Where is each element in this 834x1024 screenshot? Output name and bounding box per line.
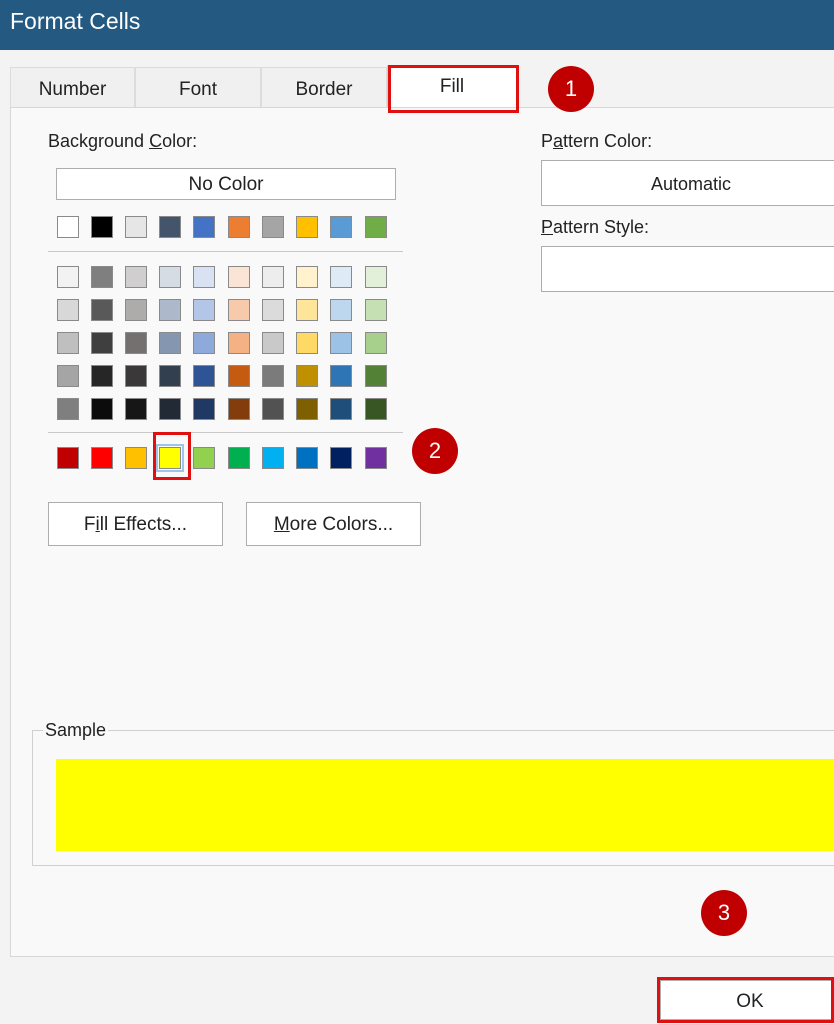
tint-color-swatch[interactable] — [262, 365, 284, 387]
palette-divider — [48, 251, 403, 252]
tint-color-swatch[interactable] — [228, 398, 250, 420]
tint-color-swatch[interactable] — [296, 266, 318, 288]
theme-color-swatch[interactable] — [330, 216, 352, 238]
tint-color-swatch[interactable] — [330, 266, 352, 288]
no-color-button[interactable]: No Color — [56, 168, 396, 200]
tint-color-swatch[interactable] — [159, 266, 181, 288]
tint-color-swatch[interactable] — [193, 299, 215, 321]
tab-border[interactable]: Border — [261, 67, 387, 107]
theme-color-swatch[interactable] — [91, 216, 113, 238]
theme-color-swatch[interactable] — [193, 216, 215, 238]
tint-color-swatch[interactable] — [57, 266, 79, 288]
tint-color-swatch[interactable] — [159, 299, 181, 321]
standard-color-swatch[interactable] — [228, 447, 250, 469]
tint-color-swatch[interactable] — [91, 332, 113, 354]
tint-color-swatch[interactable] — [228, 365, 250, 387]
palette-divider-standard — [48, 432, 403, 433]
tint-color-swatch[interactable] — [193, 398, 215, 420]
standard-color-swatch-selected[interactable] — [156, 444, 184, 472]
tint-color-swatch[interactable] — [228, 299, 250, 321]
tint-color-swatch[interactable] — [125, 266, 147, 288]
standard-color-swatch[interactable] — [262, 447, 284, 469]
tint-color-swatch[interactable] — [296, 398, 318, 420]
tint-color-swatch[interactable] — [365, 299, 387, 321]
tint-color-swatch[interactable] — [125, 299, 147, 321]
tint-color-swatch[interactable] — [228, 332, 250, 354]
tint-color-swatch[interactable] — [57, 299, 79, 321]
tint-color-swatch[interactable] — [228, 266, 250, 288]
step-badge-2: 2 — [412, 428, 458, 474]
tint-color-swatch[interactable] — [57, 398, 79, 420]
tint-color-swatch[interactable] — [125, 398, 147, 420]
theme-color-swatch[interactable] — [262, 216, 284, 238]
tint-color-swatch[interactable] — [91, 398, 113, 420]
tint-color-swatch[interactable] — [57, 332, 79, 354]
standard-color-swatch[interactable] — [57, 447, 79, 469]
theme-color-swatch[interactable] — [125, 216, 147, 238]
tint-color-swatch[interactable] — [262, 299, 284, 321]
tint-color-swatch[interactable] — [159, 365, 181, 387]
tint-color-swatch[interactable] — [193, 332, 215, 354]
tint-color-swatch[interactable] — [91, 299, 113, 321]
background-color-label: Background Color: — [48, 131, 198, 151]
pattern-color-dropdown[interactable]: Automatic — [541, 160, 834, 206]
more-colors-button[interactable]: More Colors... — [246, 502, 421, 546]
tint-color-swatch[interactable] — [159, 332, 181, 354]
tint-color-swatch[interactable] — [125, 365, 147, 387]
sample-preview — [56, 759, 834, 851]
tint-color-swatch[interactable] — [91, 365, 113, 387]
tint-color-swatch[interactable] — [91, 266, 113, 288]
tint-color-swatch[interactable] — [330, 332, 352, 354]
step-badge-1: 1 — [548, 66, 594, 112]
tint-color-swatch[interactable] — [296, 332, 318, 354]
theme-color-swatch[interactable] — [365, 216, 387, 238]
theme-color-swatch[interactable] — [228, 216, 250, 238]
tint-color-swatch[interactable] — [330, 398, 352, 420]
tint-color-swatch[interactable] — [57, 365, 79, 387]
pattern-style-label: Pattern Style: — [541, 217, 650, 237]
step-badge-3: 3 — [701, 890, 747, 936]
tint-color-swatch[interactable] — [365, 332, 387, 354]
tint-color-swatch[interactable] — [365, 365, 387, 387]
tint-color-swatch[interactable] — [296, 365, 318, 387]
tint-color-swatch[interactable] — [193, 266, 215, 288]
tint-color-swatch[interactable] — [330, 299, 352, 321]
tint-color-swatch[interactable] — [296, 299, 318, 321]
tint-color-swatch[interactable] — [125, 332, 147, 354]
tab-number[interactable]: Number — [10, 67, 135, 107]
standard-color-swatch[interactable] — [296, 447, 318, 469]
tab-font[interactable]: Font — [135, 67, 261, 107]
tint-color-swatch[interactable] — [159, 398, 181, 420]
tint-color-swatch[interactable] — [262, 332, 284, 354]
tint-color-swatch[interactable] — [330, 365, 352, 387]
tint-color-swatch[interactable] — [262, 398, 284, 420]
theme-color-swatch[interactable] — [57, 216, 79, 238]
standard-color-swatch[interactable] — [365, 447, 387, 469]
standard-color-swatch[interactable] — [193, 447, 215, 469]
tab-fill[interactable]: Fill — [387, 65, 517, 109]
standard-color-swatch[interactable] — [91, 447, 113, 469]
fill-effects-button[interactable]: Fill Effects... — [48, 502, 223, 546]
sample-label: Sample — [45, 720, 107, 740]
tint-color-swatch[interactable] — [193, 365, 215, 387]
standard-color-swatch[interactable] — [330, 447, 352, 469]
tint-color-swatch[interactable] — [262, 266, 284, 288]
window-title: Format Cells — [0, 0, 834, 50]
theme-color-swatch[interactable] — [296, 216, 318, 238]
theme-color-swatch[interactable] — [159, 216, 181, 238]
standard-color-swatch[interactable] — [125, 447, 147, 469]
pattern-color-label: Pattern Color: — [541, 131, 653, 151]
pattern-style-dropdown[interactable] — [541, 246, 834, 292]
tint-color-swatch[interactable] — [365, 266, 387, 288]
ok-button[interactable]: OK — [660, 980, 834, 1020]
tint-color-swatch[interactable] — [365, 398, 387, 420]
